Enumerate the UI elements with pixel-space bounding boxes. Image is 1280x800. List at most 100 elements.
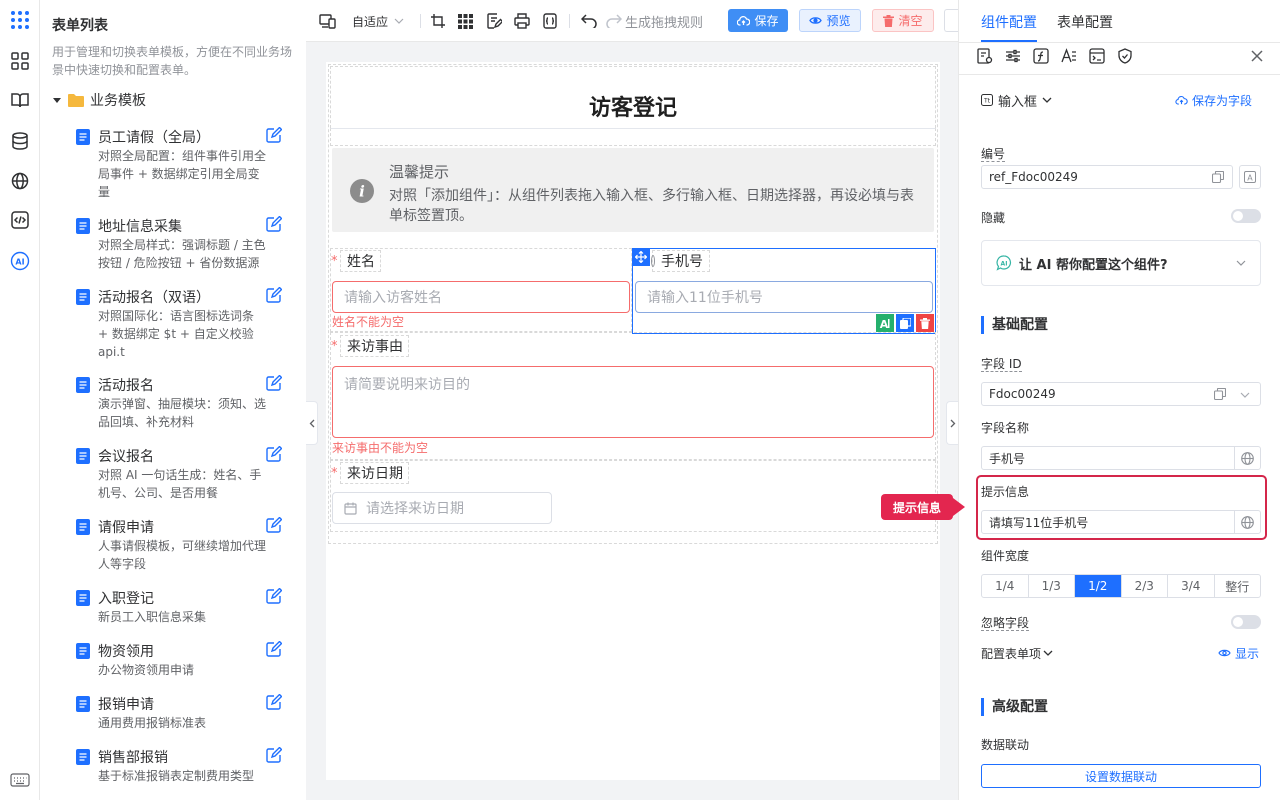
crop-icon[interactable] <box>430 11 446 31</box>
date-input[interactable]: 请选择来访日期 <box>332 492 552 524</box>
list-item[interactable]: 入职登记 新员工入职信息采集 <box>76 588 286 628</box>
edit-icon[interactable] <box>266 375 282 391</box>
edit-icon[interactable] <box>266 127 282 143</box>
hidden-toggle[interactable] <box>1231 209 1261 223</box>
width-option-2-3[interactable]: 2/3 <box>1122 575 1168 597</box>
form-title: 访客登记 <box>588 96 677 121</box>
width-option-1-4[interactable]: 1/4 <box>982 575 1029 597</box>
ignore-field-toggle[interactable] <box>1231 615 1261 629</box>
name-input[interactable]: 请输入访客姓名 <box>332 281 630 313</box>
print-icon[interactable] <box>514 11 530 31</box>
database-icon[interactable] <box>9 130 31 152</box>
drag-handle[interactable] <box>632 248 650 266</box>
copy-icon[interactable] <box>896 314 914 332</box>
list-item[interactable]: 物资领用 办公物资领用申请 <box>76 641 286 681</box>
field-name-input[interactable]: 手机号 <box>981 446 1261 470</box>
widgets-icon[interactable] <box>9 50 31 72</box>
delete-icon[interactable] <box>916 314 934 332</box>
form-list-title: 表单列表 <box>52 18 108 34</box>
list-item[interactable]: 报销申请 通用费用报销标准表 <box>76 694 286 734</box>
device-icon[interactable] <box>319 11 336 31</box>
keyboard-icon[interactable] <box>9 769 31 791</box>
settings-doc-icon[interactable] <box>977 48 993 64</box>
component-type-select[interactable]: Tt 输入框 <box>981 91 1052 110</box>
template-group-label: 业务模板 <box>90 93 146 109</box>
set-linkage-button[interactable]: 设置数据联动 <box>981 764 1261 788</box>
edit-icon[interactable] <box>266 694 282 710</box>
required-mark: * <box>331 339 338 354</box>
copy-icon[interactable] <box>1214 388 1226 400</box>
tab-form-config[interactable]: 表单配置 <box>1057 12 1113 32</box>
collapse-right-button[interactable] <box>946 401 958 445</box>
apps-grid-icon[interactable] <box>9 9 31 31</box>
template-group[interactable]: 业务模板 <box>52 90 146 110</box>
function-icon[interactable] <box>1033 48 1049 64</box>
number-input[interactable]: ref_Fdoc00249 <box>981 165 1233 189</box>
list-item[interactable]: 活动报名（双语） 对照国际化：语言图标选词条 + 数据绑定 $t + 自定义校验… <box>76 287 286 365</box>
edit-icon[interactable] <box>266 747 282 763</box>
tab-component-config[interactable]: 组件配置 <box>981 12 1037 32</box>
edit-icon[interactable] <box>266 287 282 303</box>
ai-action-icon[interactable]: A <box>876 314 894 332</box>
more-button[interactable] <box>944 9 958 32</box>
tip-box[interactable]: i 温馨提示 对照「添加组件」：从组件列表拖入输入框、多行输入框、日期选择器，再… <box>332 148 934 232</box>
edit-icon[interactable] <box>266 641 282 657</box>
globe-icon[interactable] <box>1234 447 1260 469</box>
save-label: 保存 <box>754 14 779 28</box>
save-button[interactable]: 保存 <box>728 9 788 32</box>
text-format-icon[interactable]: A <box>1239 165 1261 189</box>
shield-icon[interactable] <box>1117 48 1133 64</box>
globe-icon[interactable] <box>1234 511 1260 533</box>
width-option-1-3[interactable]: 1/3 <box>1029 575 1075 597</box>
edit-icon[interactable] <box>266 517 282 533</box>
ai-config-collapse[interactable]: AI 让 AI 帮你配置这个组件? <box>981 240 1261 286</box>
chevron-down-icon <box>1043 650 1053 656</box>
field-id-input[interactable]: Fdoc00249 <box>981 382 1261 406</box>
hint-label: 提示信息 <box>981 485 1030 499</box>
window-code-icon[interactable] <box>1089 48 1105 64</box>
list-item[interactable]: 销售部报销 基于标准报销表定制费用类型 <box>76 747 286 787</box>
save-as-field-button[interactable]: 保存为字段 <box>1175 92 1252 108</box>
copy-icon[interactable] <box>1212 171 1224 183</box>
grid-icon[interactable] <box>458 11 473 31</box>
collapse-left-button[interactable] <box>306 401 318 445</box>
preview-button[interactable]: 预览 <box>799 9 861 32</box>
title-spacer <box>330 128 936 146</box>
book-icon[interactable] <box>9 89 31 111</box>
edit-icon[interactable] <box>266 588 282 604</box>
config-items-select[interactable]: 配置表单项 <box>981 645 1053 661</box>
form-list-description: 用于管理和切换表单模板，方便在不同业务场景中快速切换和配置表单。 <box>52 45 293 77</box>
phone-input[interactable]: 请输入11位手机号 <box>635 281 933 313</box>
ai-icon[interactable]: AI <box>9 250 31 272</box>
json-icon[interactable] <box>542 11 558 31</box>
clear-button[interactable]: 清空 <box>872 9 934 32</box>
undo-icon[interactable] <box>581 11 597 31</box>
list-item[interactable]: 地址信息采集 对照全局样式：强调标题 / 主色按钮 / 危险按钮 + 省份数据源 <box>76 216 286 276</box>
list-item[interactable]: 请假申请 人事请假模板，可继续增加代理人等字段 <box>76 517 286 577</box>
edit-icon[interactable] <box>266 216 282 232</box>
close-icon[interactable] <box>1251 50 1263 62</box>
layout-select-value: 自适应 <box>352 14 389 29</box>
layout-select[interactable]: 自适应 <box>352 11 404 31</box>
reason-textarea[interactable]: 请简要说明来访目的 <box>332 366 934 438</box>
edit-icon[interactable] <box>266 446 282 462</box>
redo-button[interactable]: 生成拖拽规则 <box>606 11 703 31</box>
width-option-full[interactable]: 整行 <box>1215 575 1261 597</box>
divider <box>569 14 570 28</box>
hint-input[interactable]: 请填写11位手机号 <box>981 510 1261 534</box>
width-option-3-4[interactable]: 3/4 <box>1168 575 1215 597</box>
edit-doc-icon[interactable] <box>486 11 502 31</box>
svg-text:i: i <box>359 183 365 201</box>
field-id-value: Fdoc00249 <box>989 387 1056 401</box>
list-item[interactable]: 员工请假（全局） 对照全局配置：组件事件引用全局事件 + 数据绑定引用全局变量 <box>76 127 286 205</box>
list-item[interactable]: 会议报名 对照 AI 一句话生成：姓名、手机号、公司、是否用餐 <box>76 446 286 506</box>
form-sheet: 访客登记 i 温馨提示 对照「添加组件」：从组件列表拖入输入框、多行输入框、日期… <box>326 62 940 780</box>
globe-icon[interactable] <box>9 170 31 192</box>
list-item[interactable]: 活动报名 演示弹窗、抽屉模块：须知、选品回填、补充材料 <box>76 375 286 435</box>
code-icon[interactable] <box>9 209 31 231</box>
text-style-icon[interactable] <box>1061 48 1077 64</box>
width-option-1-2[interactable]: 1/2 <box>1075 575 1122 597</box>
sliders-icon[interactable] <box>1005 48 1021 64</box>
list-item-name: 地址信息采集 <box>98 219 182 235</box>
show-toggle-button[interactable]: 显示 <box>1218 645 1259 661</box>
